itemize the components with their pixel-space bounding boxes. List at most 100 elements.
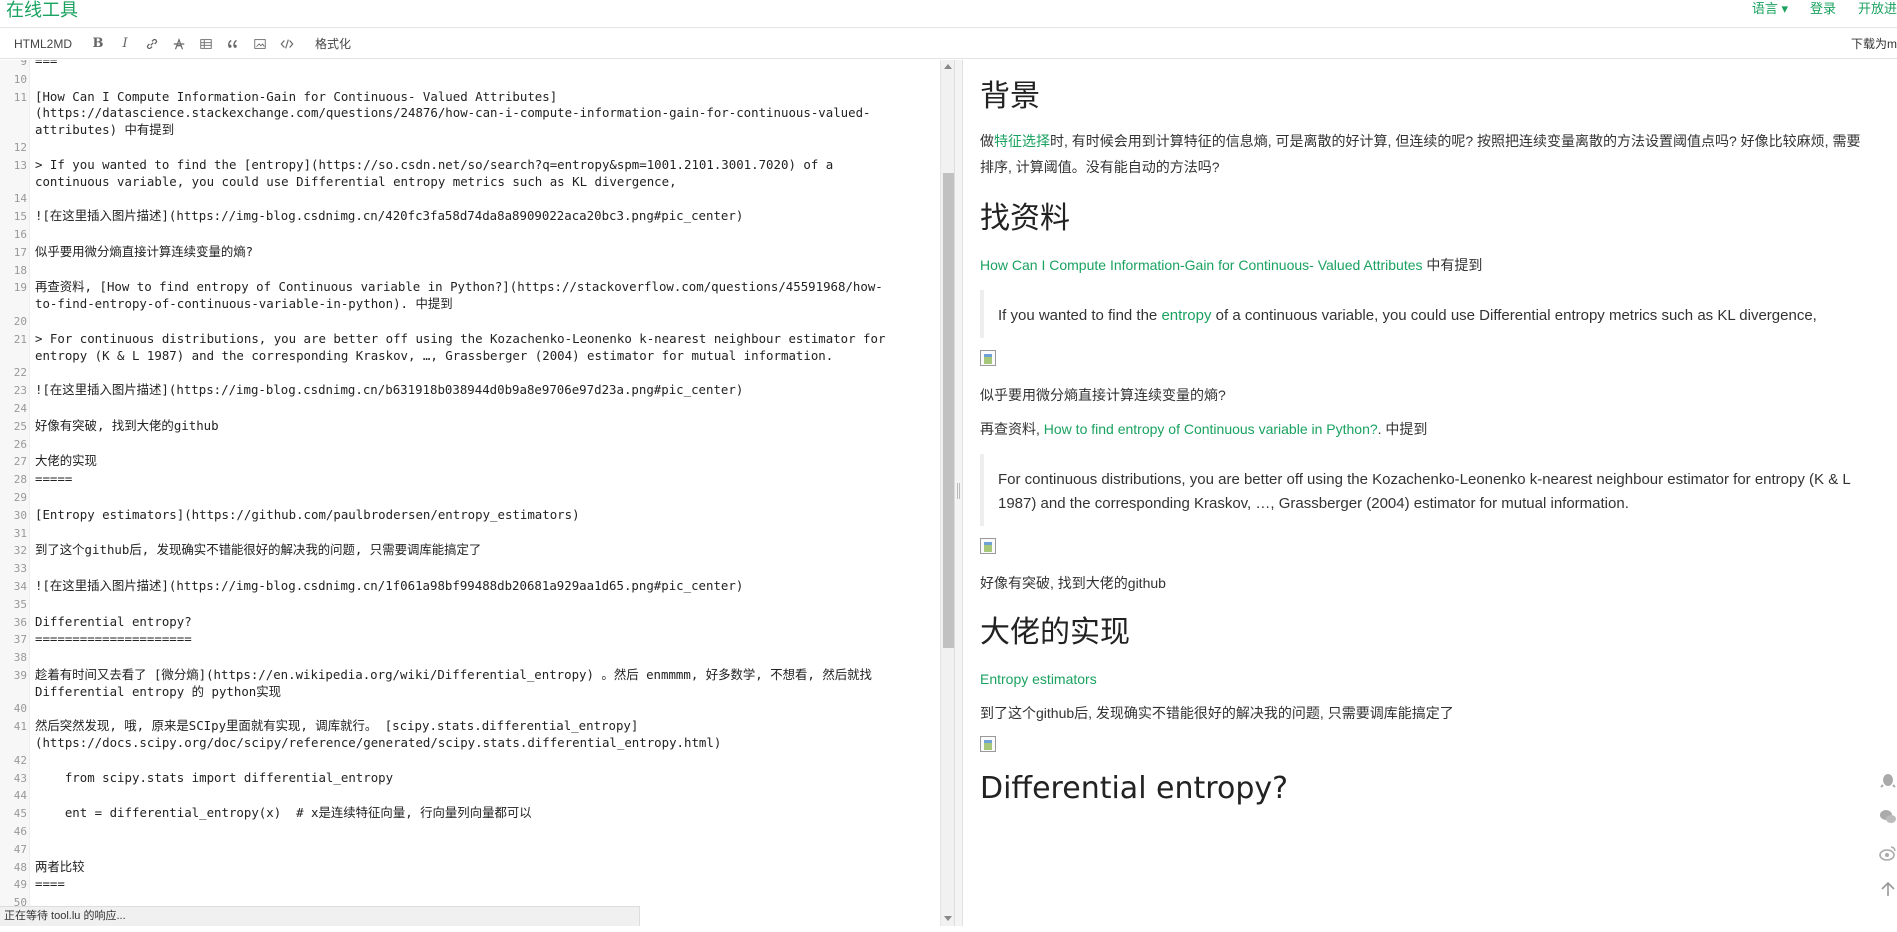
editor-line[interactable]: 10 <box>0 71 940 89</box>
editor-line[interactable]: 13 > If you wanted to find the [entropy](… <box>0 157 940 191</box>
line-text[interactable] <box>27 226 927 244</box>
line-text[interactable] <box>27 787 927 805</box>
line-text[interactable]: ![在这里插入图片描述](https://img-blog.csdnimg.cn… <box>27 578 927 596</box>
editor-line[interactable]: 42 <box>0 752 940 770</box>
line-text[interactable] <box>27 596 927 614</box>
back-to-top-icon[interactable] <box>1877 878 1897 900</box>
editor-line[interactable]: 40 <box>0 700 940 718</box>
quote-icon[interactable] <box>225 36 241 52</box>
editor-line[interactable]: 39 趁着有时间又去看了 [微分熵](https://en.wikipedia.o… <box>0 667 940 701</box>
line-text[interactable]: [How Can I Compute Information-Gain for … <box>27 89 927 139</box>
line-text[interactable]: ===== <box>27 471 927 489</box>
editor-line[interactable]: 35 <box>0 596 940 614</box>
line-text[interactable] <box>27 700 927 718</box>
image-icon[interactable] <box>252 36 268 52</box>
line-text[interactable] <box>27 560 927 578</box>
scroll-down-arrow-icon[interactable] <box>944 916 952 921</box>
line-text[interactable] <box>27 313 927 331</box>
editor-scrollbar[interactable] <box>940 60 954 926</box>
splitter-grip-icon[interactable] <box>957 483 960 499</box>
editor-line[interactable]: 23 ![在这里插入图片描述](https://img-blog.csdnimg.… <box>0 382 940 400</box>
feature-selection-link[interactable]: 特征选择 <box>994 133 1050 149</box>
line-text[interactable] <box>27 139 927 157</box>
line-text[interactable]: [Entropy estimators](https://github.com/… <box>27 507 927 525</box>
editor-line[interactable]: 32 到了这个github后, 发现确实不错能很好的解决我的问题, 只需要调库能搞… <box>0 542 940 560</box>
editor-line[interactable]: 43 from scipy.stats import differential_… <box>0 770 940 788</box>
editor-line[interactable]: 31 <box>0 525 940 543</box>
editor-line[interactable]: 44 <box>0 787 940 805</box>
wechat-icon[interactable] <box>1877 806 1897 828</box>
editor-line[interactable]: 15 ![在这里插入图片描述](https://img-blog.csdnimg.… <box>0 208 940 226</box>
editor-line[interactable]: 27 大佬的实现 <box>0 453 940 471</box>
editor-line[interactable]: 20 <box>0 313 940 331</box>
line-text[interactable]: from scipy.stats import differential_ent… <box>27 770 927 788</box>
line-text[interactable] <box>27 262 927 280</box>
line-text[interactable]: > If you wanted to find the [entropy](ht… <box>27 157 927 191</box>
editor-line[interactable]: 16 <box>0 226 940 244</box>
editor-line[interactable]: 30 [Entropy estimators](https://github.co… <box>0 507 940 525</box>
line-text[interactable]: > For continuous distributions, you are … <box>27 331 927 365</box>
download-menu[interactable]: 下载为m <box>1851 35 1897 52</box>
editor-line[interactable]: 19 再查资料, [How to find entropy of Continuo… <box>0 279 940 313</box>
pane-splitter[interactable] <box>955 60 963 926</box>
scrollbar-thumb[interactable] <box>943 173 954 648</box>
entropy-estimators-link[interactable]: Entropy estimators <box>980 671 1097 687</box>
strikethrough-icon[interactable] <box>171 36 187 52</box>
line-text[interactable]: 再查资料, [How to find entropy of Continuous… <box>27 279 927 313</box>
line-text[interactable]: ===================== <box>27 631 927 649</box>
italic-icon[interactable]: I <box>117 36 133 52</box>
editor-line[interactable]: 34 ![在这里插入图片描述](https://img-blog.csdnimg.… <box>0 578 940 596</box>
editor-line[interactable]: 12 <box>0 139 940 157</box>
line-text[interactable]: 两者比较 <box>27 859 927 877</box>
line-text[interactable]: ==== <box>27 876 927 894</box>
line-text[interactable] <box>27 489 927 507</box>
editor-line[interactable]: 41 然后突然发现, 哦, 原来是SCIpy里面就有实现, 调库就行。 [scip… <box>0 718 940 752</box>
editor-line[interactable]: 28 ===== <box>0 471 940 489</box>
line-text[interactable]: 大佬的实现 <box>27 453 927 471</box>
editor-line[interactable]: 38 <box>0 649 940 667</box>
editor-line[interactable]: 26 <box>0 436 940 454</box>
qq-icon[interactable] <box>1877 770 1897 792</box>
editor-line[interactable]: 18 <box>0 262 940 280</box>
link-icon[interactable] <box>144 36 160 52</box>
line-text[interactable] <box>27 752 927 770</box>
editor-line[interactable]: 48 两者比较 <box>0 859 940 877</box>
line-text[interactable]: ent = differential_entropy(x) # x是连续特征向量… <box>27 805 927 823</box>
line-text[interactable] <box>27 190 927 208</box>
editor-line[interactable]: 22 <box>0 364 940 382</box>
line-text[interactable] <box>27 71 927 89</box>
open-platform-link[interactable]: 开放进 <box>1858 1 1897 17</box>
editor-line[interactable]: 14 <box>0 190 940 208</box>
line-text[interactable]: === <box>27 60 927 71</box>
login-link[interactable]: 登录 <box>1810 1 1836 17</box>
scroll-up-arrow-icon[interactable] <box>944 64 952 69</box>
html2md-button[interactable]: HTML2MD <box>14 34 72 54</box>
line-text[interactable]: ![在这里插入图片描述](https://img-blog.csdnimg.cn… <box>27 208 927 226</box>
editor-line[interactable]: 45 ent = differential_entropy(x) # x是连续特… <box>0 805 940 823</box>
line-text[interactable] <box>27 823 927 841</box>
format-button[interactable]: 格式化 <box>315 34 351 54</box>
markdown-editor[interactable]: 9 === 10 11 [How Can I Compute Information-G… <box>0 60 955 926</box>
editor-line[interactable]: 24 <box>0 400 940 418</box>
stackexchange-link[interactable]: How Can I Compute Information-Gain for C… <box>980 257 1423 273</box>
line-text[interactable]: 好像有突破, 找到大佬的github <box>27 418 927 436</box>
editor-line[interactable]: 25 好像有突破, 找到大佬的github <box>0 418 940 436</box>
line-text[interactable]: 似乎要用微分熵直接计算连续变量的熵? <box>27 244 927 262</box>
weibo-icon[interactable] <box>1877 842 1897 864</box>
line-text[interactable] <box>27 364 927 382</box>
editor-line[interactable]: 17 似乎要用微分熵直接计算连续变量的熵? <box>0 244 940 262</box>
line-text[interactable] <box>27 841 927 859</box>
language-menu[interactable]: 语言 ▾ <box>1752 1 1788 17</box>
line-text[interactable] <box>27 400 927 418</box>
editor-line[interactable]: 47 <box>0 841 940 859</box>
table-icon[interactable] <box>198 36 214 52</box>
line-text[interactable]: 到了这个github后, 发现确实不错能很好的解决我的问题, 只需要调库能搞定了 <box>27 542 927 560</box>
editor-line[interactable]: 37 ===================== <box>0 631 940 649</box>
editor-line[interactable]: 9 === <box>0 60 940 71</box>
site-logo[interactable]: 在线工具 <box>6 0 78 20</box>
editor-line[interactable]: 33 <box>0 560 940 578</box>
editor-lines[interactable]: 9 === 10 11 [How Can I Compute Information-G… <box>0 60 940 926</box>
line-text[interactable]: 然后突然发现, 哦, 原来是SCIpy里面就有实现, 调库就行。 [scipy.… <box>27 718 927 752</box>
line-text[interactable] <box>27 436 927 454</box>
editor-line[interactable]: 29 <box>0 489 940 507</box>
